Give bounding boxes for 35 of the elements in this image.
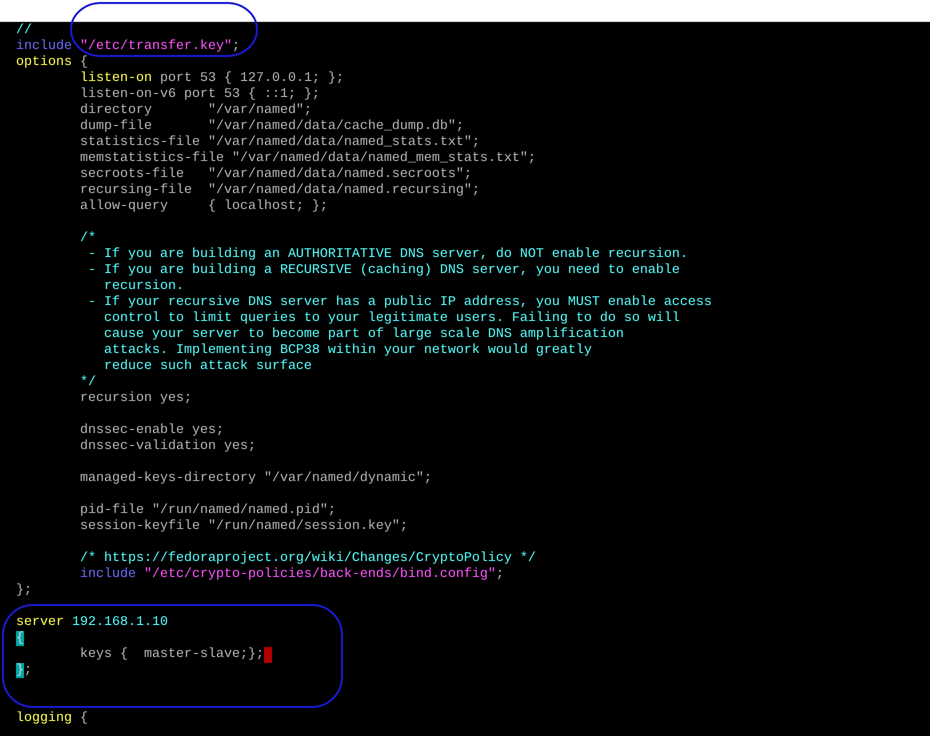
code-line: */ [78,375,96,391]
code-line: // [16,23,32,39]
code-line: cause your server to become part of large scale DNS amplification [102,327,624,343]
code-line: include "/etc/transfer.key"; [16,39,240,55]
code-line: - If your recursive DNS server has a public IP address, you MUST enable access [86,295,712,311]
code-line: /* [78,231,96,247]
code-line: }; [16,583,32,599]
code-line: listen-on-v6 port 53 { ::1; }; [78,87,320,103]
code-line: statistics-file "/var/named/data/named_stats.txt"; [78,135,480,151]
code-line: recursing-file "/var/named/data/named.recursing"; [78,183,480,199]
code-line: listen-on port 53 { 127.0.0.1; }; [78,71,344,87]
code-line: - If you are building an AUTHORITATIVE DNS server, do NOT enable recursion. [86,247,688,263]
code-line: dump-file "/var/named/data/cache_dump.db"; [78,119,464,135]
code-line: allow-query { localhost; }; [78,199,328,215]
code-line: }; [16,663,32,679]
code-line: session-keyfile "/run/named/session.key"; [78,519,408,535]
code-line: directory "/var/named"; [78,103,312,119]
code-line: logging { [16,711,88,727]
code-line: - If you are building a RECURSIVE (caching) DNS server, you need to enable [86,263,680,279]
code-line: /* https://fedoraproject.org/wiki/Changes/CryptoPolicy */ [78,551,536,567]
code-line: include "/etc/crypto-policies/back-ends/bind.config"; [78,567,504,583]
code-line: managed-keys-directory "/var/named/dynamic"; [78,471,432,487]
code-line: recursion. [102,279,184,295]
code-line: server 192.168.1.10 [16,615,168,631]
code-line: secroots-file "/var/named/data/named.secroots"; [78,167,472,183]
code-line: keys { master-slave;}; [78,647,264,663]
code-line: memstatistics-file "/var/named/data/named_mem_stats.txt"; [78,151,536,167]
code-line: attacks. Implementing BCP38 within your network would greatly [102,343,592,359]
code-line: control to limit queries to your legitimate users. Failing to do so will [102,311,680,327]
code-line: reduce such attack surface [102,359,312,375]
code-line: pid-file "/run/named/named.pid"; [78,503,336,519]
code-line: recursion yes; [78,391,192,407]
code-line: dnssec-enable yes; [78,423,224,439]
code-line: dnssec-validation yes; [78,439,256,455]
code-line: options { [16,55,88,71]
